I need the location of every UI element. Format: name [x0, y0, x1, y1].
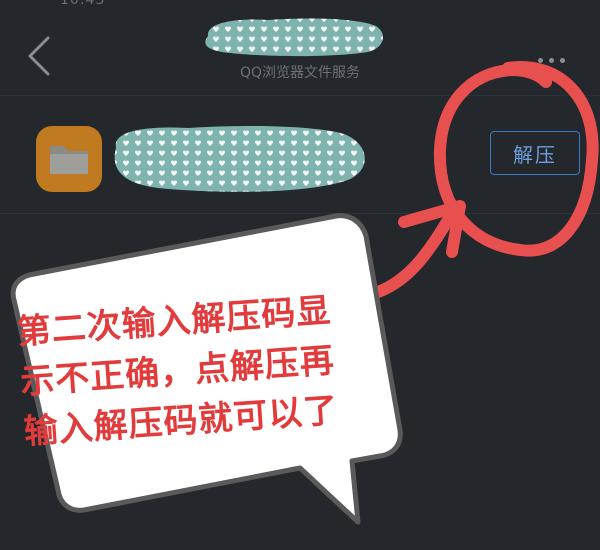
filename-censor-scribble: [114, 126, 365, 192]
red-arrow-line: [372, 214, 454, 298]
annotation-text: 第二次输入解压码显 示不正确，点解压再 输入解压码就可以了: [15, 283, 385, 458]
annotation-overlay: [10, 61, 599, 525]
title-censor-scribble: [205, 18, 383, 57]
status-time: 10:43: [60, 0, 106, 8]
folder-icon: [36, 126, 102, 192]
file-row: 解压: [0, 112, 600, 207]
more-dots-icon[interactable]: [538, 48, 582, 63]
row-divider: [0, 213, 600, 214]
status-bar: 10:43: [0, 0, 600, 10]
header-divider: [0, 95, 600, 96]
extract-button[interactable]: 解压: [490, 131, 580, 175]
page-subtitle: QQ浏览器文件服务: [239, 65, 361, 81]
